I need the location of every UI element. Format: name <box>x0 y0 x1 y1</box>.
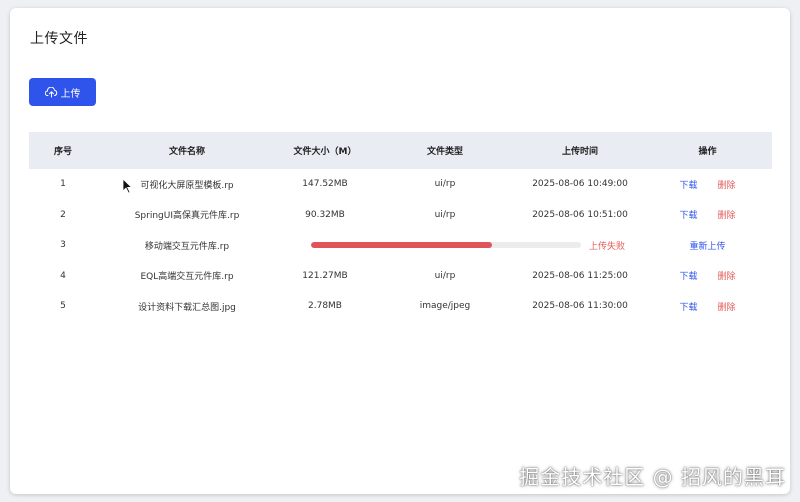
row-file-size: 121.27MB <box>302 270 348 281</box>
row-file-name: EQL高端交互元件库.rp <box>140 272 234 283</box>
upload-progress-fill <box>311 242 492 249</box>
upload-button-label: 上传 <box>60 88 81 100</box>
table-row: 3 移动端交互元件库.rp 上传失败 重新上传 <box>29 230 772 261</box>
row-file-type: ui/rp <box>434 270 456 281</box>
header-time: 上传时间 <box>561 147 598 157</box>
row-upload-time: 2025-08-06 11:30:00 <box>532 301 628 312</box>
row-upload-time: 2025-08-06 10:51:00 <box>532 209 628 220</box>
file-table: 序号 文件名称 文件大小（M） 文件类型 上传时间 操作 1 可视化大屏原型模板… <box>29 132 772 322</box>
row-actions: 下载 删除 <box>643 178 772 191</box>
upload-button[interactable]: 上传 <box>29 78 96 106</box>
row-file-size: 2.78MB <box>308 301 342 312</box>
row-upload-time: 2025-08-06 10:49:00 <box>532 179 628 190</box>
row-index: 3 <box>60 240 66 251</box>
delete-link[interactable]: 删除 <box>718 208 736 221</box>
row-upload-time: 2025-08-06 11:25:00 <box>532 270 628 281</box>
header-index: 序号 <box>53 147 72 157</box>
row-file-name: SpringUI高保真元件库.rp <box>134 211 240 222</box>
upload-progress-bar <box>311 242 581 249</box>
row-file-type: image/jpeg <box>419 301 471 312</box>
header-actions: 操作 <box>698 147 717 157</box>
row-index: 4 <box>60 270 66 281</box>
delete-link[interactable]: 删除 <box>718 300 736 313</box>
download-link[interactable]: 下载 <box>679 208 697 221</box>
delete-link[interactable]: 删除 <box>718 269 736 282</box>
header-name: 文件名称 <box>168 147 205 157</box>
table-row: 1 可视化大屏原型模板.rp 147.52MB ui/rp 2025-08-06… <box>29 169 772 200</box>
header-size: 文件大小（M） <box>293 147 357 157</box>
delete-link[interactable]: 删除 <box>718 178 736 191</box>
row-actions: 重新上传 <box>643 239 772 252</box>
mouse-pointer-icon <box>122 178 133 198</box>
row-actions: 下载 删除 <box>643 269 772 282</box>
row-index: 2 <box>60 209 66 220</box>
row-actions: 下载 删除 <box>643 208 772 221</box>
watermark: 掘金技术社区 @ 招风的黑耳 <box>519 465 786 489</box>
header-type: 文件类型 <box>426 147 463 157</box>
table-row: 4 EQL高端交互元件库.rp 121.27MB ui/rp 2025-08-0… <box>29 261 772 292</box>
download-link[interactable]: 下载 <box>679 178 697 191</box>
cloud-upload-icon <box>44 86 58 98</box>
page-title: 上传文件 <box>30 31 88 47</box>
upload-panel: 上传文件 上传 序号 文件名称 文件大小（M） 文件类型 上传时间 操作 1 可… <box>10 8 790 494</box>
row-index: 1 <box>60 179 66 190</box>
row-file-name: 移动端交互元件库.rp <box>144 241 230 252</box>
download-link[interactable]: 下载 <box>679 269 697 282</box>
row-file-type: ui/rp <box>434 179 456 190</box>
download-link[interactable]: 下载 <box>679 300 697 313</box>
row-file-type: ui/rp <box>434 209 456 220</box>
upload-progress-cell: 上传失败 <box>277 239 643 252</box>
table-row: 2 SpringUI高保真元件库.rp 90.32MB ui/rp 2025-0… <box>29 200 772 231</box>
row-index: 5 <box>60 301 66 312</box>
table-row: 5 设计资料下载汇总图.jpg 2.78MB image/jpeg 2025-0… <box>29 291 772 322</box>
upload-status: 上传失败 <box>589 241 626 252</box>
row-file-size: 90.32MB <box>305 209 345 220</box>
row-file-size: 147.52MB <box>302 179 348 190</box>
table-header: 序号 文件名称 文件大小（M） 文件类型 上传时间 操作 <box>29 132 772 169</box>
row-file-name: 设计资料下载汇总图.jpg <box>138 302 236 313</box>
row-actions: 下载 删除 <box>643 300 772 313</box>
retry-upload-link[interactable]: 重新上传 <box>689 239 725 252</box>
